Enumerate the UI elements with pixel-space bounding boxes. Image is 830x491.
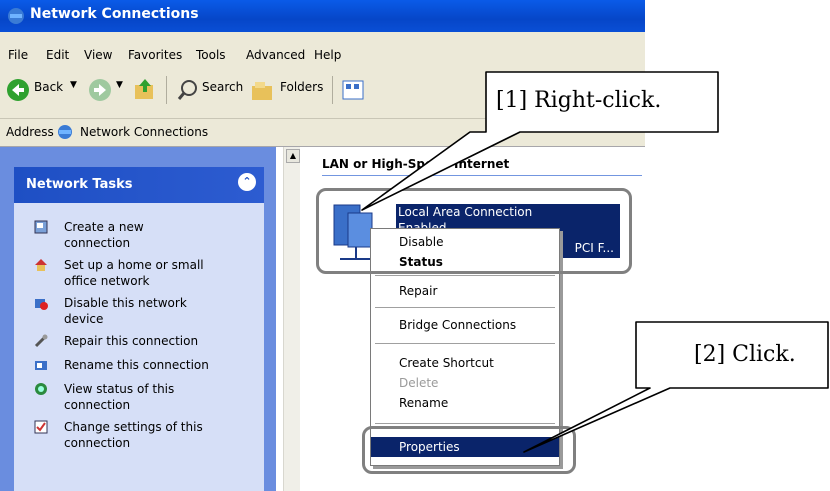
callout-2-text: [2] Click. <box>694 342 796 367</box>
callout-layer <box>361 71 829 453</box>
callout-1-text: [1] Right-click. <box>496 88 662 113</box>
